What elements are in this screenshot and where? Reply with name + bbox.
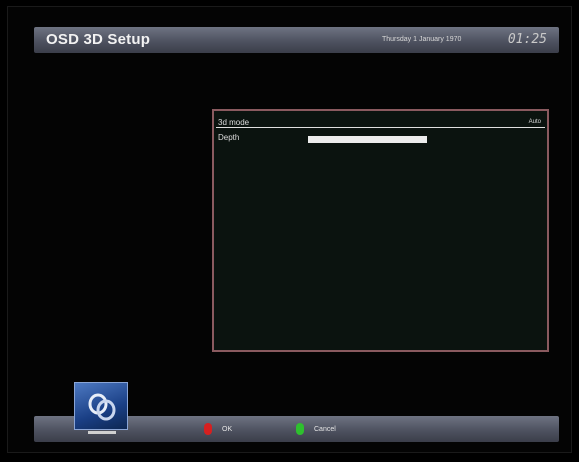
page-title: OSD 3D Setup [46, 31, 151, 48]
depth-slider[interactable] [308, 136, 427, 143]
menu-item-value: Auto [528, 119, 541, 125]
logo-stand [88, 431, 116, 434]
menu-item-label: Depth [218, 133, 240, 142]
red-button-icon [204, 423, 212, 435]
ok-label: OK [222, 425, 233, 433]
settings-panel: 3d mode Auto Depth [212, 109, 549, 352]
clock-display: 01:25 [507, 32, 547, 47]
menu-item-3d-mode[interactable]: 3d mode Auto [216, 117, 545, 128]
cancel-button[interactable]: Cancel [296, 422, 336, 436]
menu-item-label: 3d mode [218, 118, 250, 127]
cancel-label: Cancel [314, 425, 336, 433]
rings-icon [88, 393, 116, 421]
header-bar: OSD 3D Setup Thursday 1 January 1970 01:… [34, 27, 559, 53]
3d-logo-icon [74, 382, 128, 430]
menu-item-depth[interactable]: Depth [216, 132, 545, 143]
date-display: Thursday 1 January 1970 [382, 36, 462, 43]
green-button-icon [296, 423, 304, 435]
ok-button[interactable]: OK [204, 422, 232, 436]
